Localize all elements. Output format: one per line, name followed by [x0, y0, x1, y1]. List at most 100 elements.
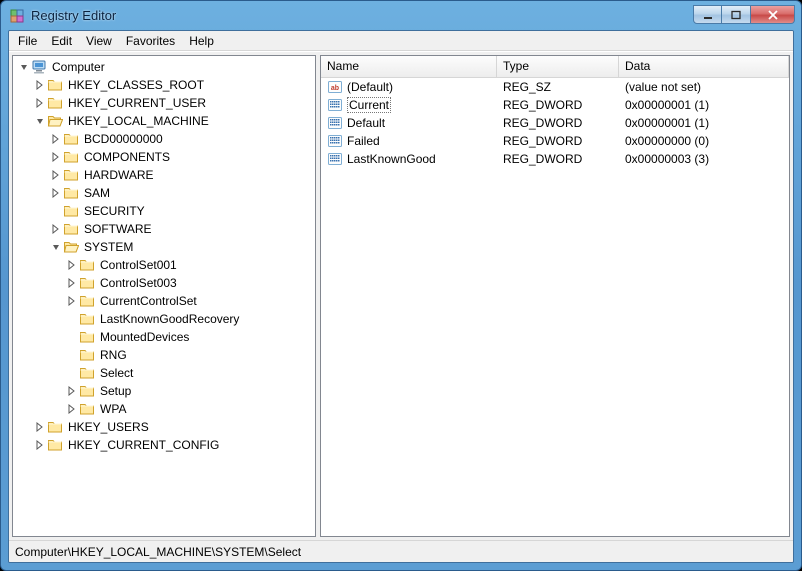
expander-icon[interactable] [65, 277, 78, 290]
expander-icon[interactable] [49, 133, 62, 146]
tree-item-hku[interactable]: HKEY_USERS [13, 418, 315, 436]
menu-view[interactable]: View [79, 32, 119, 50]
tree-item-controlset003[interactable]: ControlSet003 [13, 274, 315, 292]
folder-icon [79, 347, 95, 363]
menubar: File Edit View Favorites Help [9, 31, 793, 51]
tree-item-wpa[interactable]: WPA [13, 400, 315, 418]
computer-icon [31, 59, 47, 75]
folder-icon [79, 257, 95, 273]
tree-root-computer[interactable]: Computer [13, 58, 315, 76]
expander-icon[interactable] [65, 385, 78, 398]
tree-item-bcd[interactable]: BCD00000000 [13, 130, 315, 148]
expander-icon[interactable] [49, 241, 62, 254]
expander-icon[interactable] [49, 169, 62, 182]
expander-icon[interactable] [33, 115, 46, 128]
value-row-default2[interactable]: Default REG_DWORD 0x00000001 (1) [321, 114, 789, 132]
tree-item-hkcc[interactable]: HKEY_CURRENT_CONFIG [13, 436, 315, 454]
regdword-icon [327, 133, 343, 149]
tree-item-hklm[interactable]: HKEY_LOCAL_MACHINE [13, 112, 315, 130]
value-type: REG_DWORD [497, 133, 619, 149]
value-row-current[interactable]: Current REG_DWORD 0x00000001 (1) [321, 96, 789, 114]
value-name: Failed [347, 134, 380, 148]
tree-label: SOFTWARE [82, 222, 154, 236]
titlebar[interactable]: Registry Editor [1, 1, 801, 30]
expander-icon[interactable] [49, 151, 62, 164]
tree-item-setup[interactable]: Setup [13, 382, 315, 400]
content-area: Computer HKEY_CLASSES_ROOT HKEY_CURRENT_… [9, 51, 793, 540]
tree-item-hkcu[interactable]: HKEY_CURRENT_USER [13, 94, 315, 112]
tree-label: HKEY_CURRENT_CONFIG [66, 438, 221, 452]
tree-label: COMPONENTS [82, 150, 172, 164]
value-data: 0x00000003 (3) [619, 151, 789, 167]
tree-label: CurrentControlSet [98, 294, 199, 308]
col-header-data[interactable]: Data [619, 56, 789, 77]
tree-item-components[interactable]: COMPONENTS [13, 148, 315, 166]
window-title: Registry Editor [31, 8, 693, 23]
folder-icon [63, 149, 79, 165]
folder-icon [63, 185, 79, 201]
tree-item-lastknowngoodrecovery[interactable]: LastKnownGoodRecovery [13, 310, 315, 328]
value-type: REG_DWORD [497, 115, 619, 131]
col-header-type[interactable]: Type [497, 56, 619, 77]
tree-item-controlset001[interactable]: ControlSet001 [13, 256, 315, 274]
tree-item-rng[interactable]: RNG [13, 346, 315, 364]
expander-icon[interactable] [33, 439, 46, 452]
tree-item-security[interactable]: SECURITY [13, 202, 315, 220]
folder-icon [47, 77, 63, 93]
regsz-icon [327, 79, 343, 95]
menu-favorites[interactable]: Favorites [119, 32, 182, 50]
close-button[interactable] [751, 5, 795, 24]
expander-icon[interactable] [17, 61, 30, 74]
expander-icon[interactable] [33, 421, 46, 434]
menu-help[interactable]: Help [182, 32, 221, 50]
col-header-name[interactable]: Name [321, 56, 497, 77]
tree-item-select[interactable]: Select [13, 364, 315, 382]
folder-icon [63, 203, 79, 219]
tree-item-sam[interactable]: SAM [13, 184, 315, 202]
tree-panel[interactable]: Computer HKEY_CLASSES_ROOT HKEY_CURRENT_… [12, 55, 316, 537]
expander-icon[interactable] [49, 187, 62, 200]
folder-icon [63, 221, 79, 237]
value-row-lastknowngood[interactable]: LastKnownGood REG_DWORD 0x00000003 (3) [321, 150, 789, 168]
tree-item-mounteddevices[interactable]: MountedDevices [13, 328, 315, 346]
tree-label: ControlSet001 [98, 258, 179, 272]
expander-icon[interactable] [33, 79, 46, 92]
menu-file[interactable]: File [11, 32, 44, 50]
tree-label: HKEY_LOCAL_MACHINE [66, 114, 211, 128]
tree-label: Select [98, 366, 135, 380]
folder-icon [79, 275, 95, 291]
value-data: (value not set) [619, 79, 789, 95]
tree-label: HKEY_USERS [66, 420, 151, 434]
tree-item-system[interactable]: SYSTEM [13, 238, 315, 256]
tree-label: HARDWARE [82, 168, 156, 182]
tree-label: SYSTEM [82, 240, 135, 254]
status-path: Computer\HKEY_LOCAL_MACHINE\SYSTEM\Selec… [15, 545, 301, 559]
expander-icon[interactable] [33, 97, 46, 110]
folder-icon [79, 383, 95, 399]
value-name: (Default) [347, 80, 393, 94]
tree-label: HKEY_CURRENT_USER [66, 96, 208, 110]
values-panel: Name Type Data (Default) REG_SZ (value n… [320, 55, 790, 537]
tree-item-currentcontrolset[interactable]: CurrentControlSet [13, 292, 315, 310]
expander-icon[interactable] [65, 259, 78, 272]
tree-item-hkcr[interactable]: HKEY_CLASSES_ROOT [13, 76, 315, 94]
expander-icon[interactable] [49, 223, 62, 236]
maximize-button[interactable] [722, 5, 751, 24]
tree-label: WPA [98, 402, 128, 416]
value-row-failed[interactable]: Failed REG_DWORD 0x00000000 (0) [321, 132, 789, 150]
tree-item-hardware[interactable]: HARDWARE [13, 166, 315, 184]
tree-item-software[interactable]: SOFTWARE [13, 220, 315, 238]
value-data: 0x00000001 (1) [619, 115, 789, 131]
window-controls [693, 5, 795, 24]
expander-icon[interactable] [65, 403, 78, 416]
folder-open-icon [63, 239, 79, 255]
minimize-button[interactable] [693, 5, 722, 24]
menu-edit[interactable]: Edit [44, 32, 79, 50]
value-row-default[interactable]: (Default) REG_SZ (value not set) [321, 78, 789, 96]
tree-label: SAM [82, 186, 112, 200]
folder-icon [63, 131, 79, 147]
tree-label: MountedDevices [98, 330, 191, 344]
values-list[interactable]: (Default) REG_SZ (value not set) Current… [321, 78, 789, 536]
folder-icon [79, 329, 95, 345]
expander-icon[interactable] [65, 295, 78, 308]
